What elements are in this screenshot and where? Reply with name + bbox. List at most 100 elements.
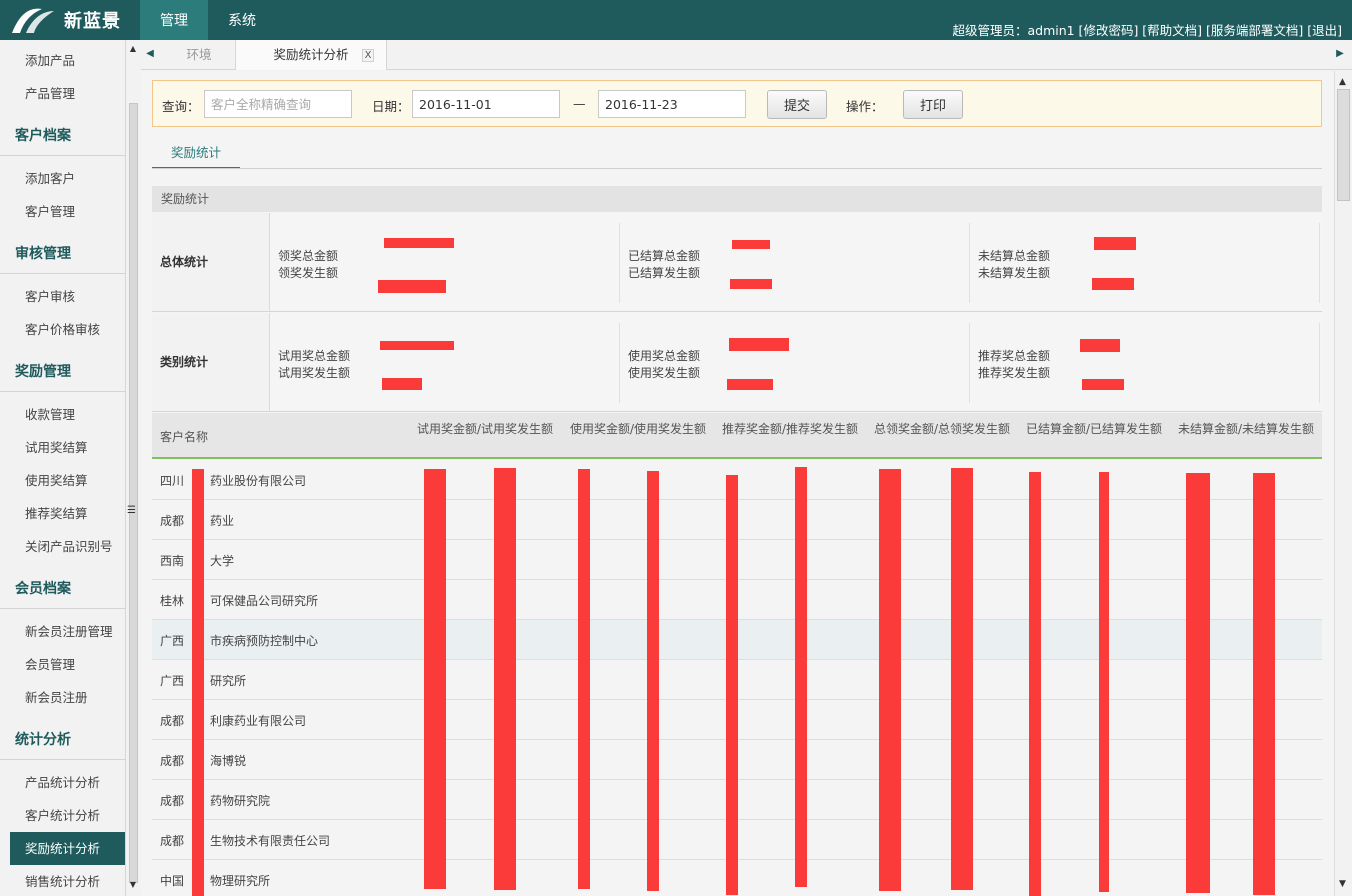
- column-header[interactable]: 试用奖金额/试用奖发生额: [417, 421, 557, 437]
- tab-reward-stats[interactable]: 奖励统计分析 X: [235, 40, 387, 70]
- query-bar: 查询： 日期： — 提交 操作： 打印: [152, 80, 1322, 127]
- tab-reward-stats-sub[interactable]: 奖励统计: [152, 141, 240, 169]
- sidebar-item-add-product[interactable]: 添加产品: [0, 44, 125, 77]
- redaction-mark: [1094, 237, 1136, 250]
- customer-name: 市疾病预防控制中心: [210, 634, 319, 648]
- sidebar-item-close-product-id[interactable]: 关闭产品识别号: [0, 530, 125, 563]
- redaction-mark: [192, 469, 204, 896]
- sidebar-item-customer-manage[interactable]: 客户管理: [0, 195, 125, 228]
- nav-manage[interactable]: 管理: [140, 0, 208, 40]
- sidebar-group-review[interactable]: 审核管理: [0, 234, 125, 274]
- tab-next-icon[interactable]: ▶: [1335, 48, 1345, 62]
- stats-cell: 领奖总金额 领奖发生额: [270, 223, 620, 303]
- stat-label: 推荐奖总金额: [978, 349, 1051, 363]
- top-bar: 新蓝景 管理 系统 超级管理员：admin1 [修改密码] [帮助文档] [服务…: [0, 0, 1352, 40]
- sidebar-item-payment[interactable]: 收款管理: [0, 398, 125, 431]
- customer-name: 研究所: [210, 674, 247, 688]
- scroll-up-icon[interactable]: ▲: [128, 44, 138, 54]
- sidebar-item-use-settle[interactable]: 使用奖结算: [0, 464, 125, 497]
- sidebar-item-trial-settle[interactable]: 试用奖结算: [0, 431, 125, 464]
- date-label: 日期：: [372, 99, 410, 114]
- sidebar-group-member[interactable]: 会员档案: [0, 569, 125, 609]
- customer-name: 海博锐: [210, 754, 247, 768]
- redaction-mark: [795, 467, 807, 887]
- sidebar-item-referral-settle[interactable]: 推荐奖结算: [0, 497, 125, 530]
- column-header[interactable]: 使用奖金额/使用奖发生额: [570, 421, 710, 437]
- main-scroll-thumb[interactable]: [1337, 89, 1350, 201]
- customer-name: 药业: [210, 514, 235, 528]
- stat-label: 已结算总金额: [628, 249, 701, 263]
- scroll-up-icon[interactable]: ▲: [1339, 77, 1346, 87]
- sidebar-item-reward-stats[interactable]: 奖励统计分析: [10, 832, 125, 865]
- column-header[interactable]: 客户名称: [160, 429, 208, 445]
- customer-name: 可保健品公司研究所: [210, 594, 319, 608]
- sidebar-group-customer[interactable]: 客户档案: [0, 116, 125, 156]
- sidebar-item-sales-stats[interactable]: 销售统计分析: [0, 865, 125, 896]
- redaction-mark: [727, 379, 773, 390]
- scroll-down-icon[interactable]: ▼: [128, 880, 138, 890]
- redaction-mark: [578, 469, 590, 889]
- tab-prev-icon[interactable]: ◀: [145, 48, 155, 62]
- redaction-mark: [378, 280, 446, 293]
- sidebar-item-product-manage[interactable]: 产品管理: [0, 77, 125, 110]
- redaction-mark: [1253, 473, 1275, 895]
- sidebar-item-product-stats[interactable]: 产品统计分析: [0, 766, 125, 799]
- sidebar-group-stats[interactable]: 统计分析: [0, 720, 125, 760]
- sidebar-item-price-review[interactable]: 客户价格审核: [0, 313, 125, 346]
- sidebar-item-add-customer[interactable]: 添加客户: [0, 162, 125, 195]
- customer-name: 成都: [160, 834, 185, 848]
- sidebar-item-member-manage[interactable]: 会员管理: [0, 648, 125, 681]
- subtab-divider: [152, 168, 1322, 169]
- redaction-mark: [951, 468, 973, 890]
- column-header[interactable]: 未结算金额/未结算发生额: [1178, 421, 1318, 437]
- redaction-mark: [1080, 339, 1120, 352]
- date-separator: —: [573, 96, 586, 111]
- tab-environment[interactable]: 环境: [163, 40, 235, 70]
- scroll-down-icon[interactable]: ▼: [1339, 879, 1346, 889]
- redaction-mark: [1099, 472, 1109, 892]
- customer-name: 广西: [160, 634, 185, 648]
- sidebar-item-customer-review[interactable]: 客户审核: [0, 280, 125, 313]
- resize-grip-icon[interactable]: ☰: [127, 505, 136, 516]
- redaction-mark: [730, 279, 772, 289]
- date-from-input[interactable]: [412, 90, 560, 118]
- customer-name: 中国: [160, 874, 185, 888]
- submit-button[interactable]: 提交: [767, 90, 827, 119]
- redaction-mark: [1092, 278, 1134, 290]
- redaction-mark: [1186, 473, 1210, 893]
- date-to-input[interactable]: [598, 90, 746, 118]
- print-button[interactable]: 打印: [903, 90, 963, 119]
- stat-label: 已结算发生额: [628, 266, 701, 280]
- close-icon[interactable]: X: [362, 49, 374, 62]
- redaction-mark: [647, 471, 659, 891]
- sidebar-scrollbar[interactable]: ▲ ☰ ▼: [126, 40, 141, 896]
- redaction-mark: [424, 469, 446, 889]
- sidebar-item-customer-stats[interactable]: 客户统计分析: [0, 799, 125, 832]
- sidebar-item-new-member-manage[interactable]: 新会员注册管理: [0, 615, 125, 648]
- column-header[interactable]: 已结算金额/已结算发生额: [1026, 421, 1166, 437]
- sidebar-scroll-thumb[interactable]: [129, 103, 138, 883]
- main-scrollbar[interactable]: ▲ ▼: [1334, 71, 1352, 896]
- redaction-mark: [380, 341, 454, 350]
- tab-label: 奖励统计分析: [273, 47, 349, 62]
- sidebar-group-reward[interactable]: 奖励管理: [0, 352, 125, 392]
- top-nav: 管理 系统: [140, 0, 276, 40]
- stats-cell: 使用奖总金额 使用奖发生额: [620, 323, 970, 403]
- stats-cell: 未结算总金额 未结算发生额: [970, 223, 1320, 303]
- logo-icon: [12, 8, 54, 33]
- stat-label: 试用奖发生额: [278, 366, 351, 380]
- stats-cell: 试用奖总金额 试用奖发生额: [270, 323, 620, 403]
- column-header[interactable]: 推荐奖金额/推荐奖发生额: [722, 421, 862, 437]
- stat-label: 未结算总金额: [978, 249, 1051, 263]
- stats-cell: 推荐奖总金额 推荐奖发生额: [970, 323, 1320, 403]
- customer-search-input[interactable]: [204, 90, 352, 118]
- customer-name: 桂林: [160, 594, 185, 608]
- user-links[interactable]: 超级管理员：admin1 [修改密码] [帮助文档] [服务端部署文档] [退出…: [952, 20, 1342, 39]
- category-stats-row: 类别统计 试用奖总金额 试用奖发生额 使用奖总金额 使用奖发生额 推荐奖总金额 …: [152, 313, 1322, 412]
- column-header[interactable]: 总领奖金额/总领奖发生额: [874, 421, 1014, 437]
- nav-system[interactable]: 系统: [208, 0, 276, 40]
- overall-stats-row: 总体统计 领奖总金额 领奖发生额 已结算总金额 已结算发生额 未结算总金额 未结…: [152, 213, 1322, 312]
- customer-name: 成都: [160, 514, 185, 528]
- operation-label: 操作：: [846, 99, 884, 114]
- sidebar-item-new-member-register[interactable]: 新会员注册: [0, 681, 125, 714]
